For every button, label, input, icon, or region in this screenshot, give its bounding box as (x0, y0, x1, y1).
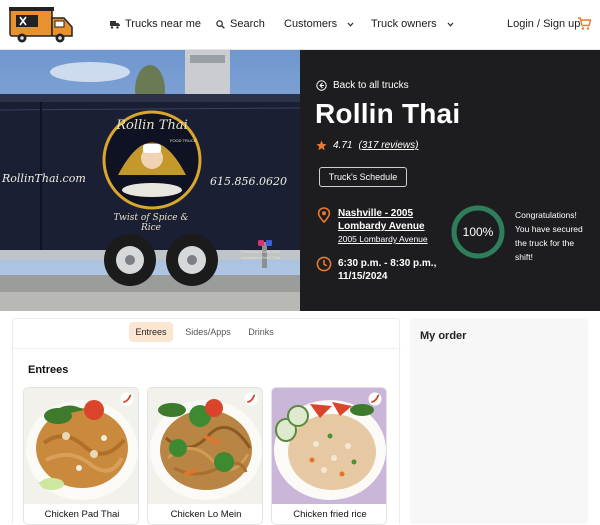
nav-trucks-near-me-label: Trucks near me (125, 18, 202, 30)
menu-section: Entrees Sides/Apps Drinks Entrees Chicke… (12, 318, 401, 525)
login-signup-link[interactable]: Login / Sign up (507, 18, 580, 30)
dish-card-chicken-lo-mein[interactable]: Chicken Lo Mein (147, 387, 263, 525)
truck-signage-tagline: Twist of Spice & Rice (113, 213, 189, 233)
dish-card-chicken-pad-thai[interactable]: Chicken Pad Thai (23, 387, 139, 525)
dish-name: Chicken fried rice (293, 509, 367, 520)
truck-signage-sub: FOOD TRUCK (170, 138, 197, 143)
chili-icon (244, 392, 258, 406)
back-to-all-trucks-link[interactable]: Back to all trucks (316, 80, 409, 91)
section-title: Entrees (28, 364, 69, 376)
truck-signage-website: RollinThai.com (2, 172, 86, 185)
truck-hero: Rollin Thai FOOD TRUCK RollinThai.com 61… (0, 50, 600, 311)
chevron-down-icon (447, 22, 454, 27)
tab-entrees[interactable]: Entrees (129, 322, 173, 342)
facebook-icon (266, 240, 272, 246)
location-address-link[interactable]: 2005 Lombardy Avenue (338, 234, 428, 244)
arrow-left-circle-icon (316, 80, 327, 91)
dish-name: Chicken Lo Mein (170, 509, 242, 520)
menu-tabs: Entrees Sides/Apps Drinks (13, 319, 401, 349)
clock-icon (316, 256, 332, 272)
search-icon (216, 19, 225, 29)
rating-value: 4.71 (333, 140, 353, 151)
truck-signage-instagram: Instagram: Rollin Thai (241, 255, 280, 260)
tab-sides-apps[interactable]: Sides/Apps (183, 322, 233, 342)
top-nav: Trucks near me Search Customers Truck ow… (0, 0, 600, 50)
nav-search-label: Search (230, 18, 265, 30)
nav-customers-dropdown[interactable]: Customers (284, 18, 355, 30)
truck-signage-brand: Rollin Thai (116, 118, 188, 133)
instagram-icon (258, 240, 264, 246)
my-order-panel: My order (410, 318, 588, 524)
truck-schedule-button[interactable]: Truck's Schedule (319, 167, 407, 187)
chili-icon (120, 392, 134, 406)
dish-card-chicken-fried-rice[interactable]: Chicken fried rice (271, 387, 387, 525)
order-title: My order (420, 330, 467, 342)
truck-signage-facebook: Facebook: Rollin Thai (241, 249, 280, 254)
truck-info-panel: Back to all trucks Rollin Thai 4.71 (317… (300, 50, 600, 311)
back-label: Back to all trucks (333, 80, 409, 91)
secured-message: Congratulations! You have secured the tr… (515, 210, 583, 262)
star-icon (316, 140, 327, 151)
location-link[interactable]: Nashville - 2005 Lombardy Avenue (338, 207, 438, 233)
nav-truck-owners-dropdown[interactable]: Truck owners (371, 18, 455, 30)
nav-truck-owners-label: Truck owners (371, 18, 437, 30)
progress-percent: 100% (462, 225, 494, 239)
tab-drinks[interactable]: Drinks (241, 322, 281, 342)
nav-trucks-near-me[interactable]: Trucks near me (110, 18, 201, 30)
cart-icon[interactable] (577, 16, 592, 31)
login-signup-label: Login / Sign up (507, 18, 581, 30)
chili-icon (368, 392, 382, 406)
map-pin-icon (317, 207, 331, 223)
nav-search[interactable]: Search (216, 18, 265, 30)
chevron-down-icon (347, 22, 354, 27)
food-truck-logo[interactable] (8, 6, 74, 44)
truck-signage-phone: 615.856.0620 (210, 175, 287, 188)
truck-photo: Rollin Thai FOOD TRUCK RollinThai.com 61… (0, 50, 300, 311)
nav-customers-label: Customers (284, 18, 338, 30)
reviews-link[interactable]: (317 reviews) (358, 140, 418, 151)
truck-icon (110, 20, 120, 29)
truck-name: Rollin Thai (315, 98, 461, 129)
rating-row: 4.71 (317 reviews) (316, 140, 419, 151)
shift-time: 6:30 p.m. - 8:30 p.m., 11/15/2024 (338, 258, 437, 282)
dish-name: Chicken Pad Thai (44, 509, 120, 520)
